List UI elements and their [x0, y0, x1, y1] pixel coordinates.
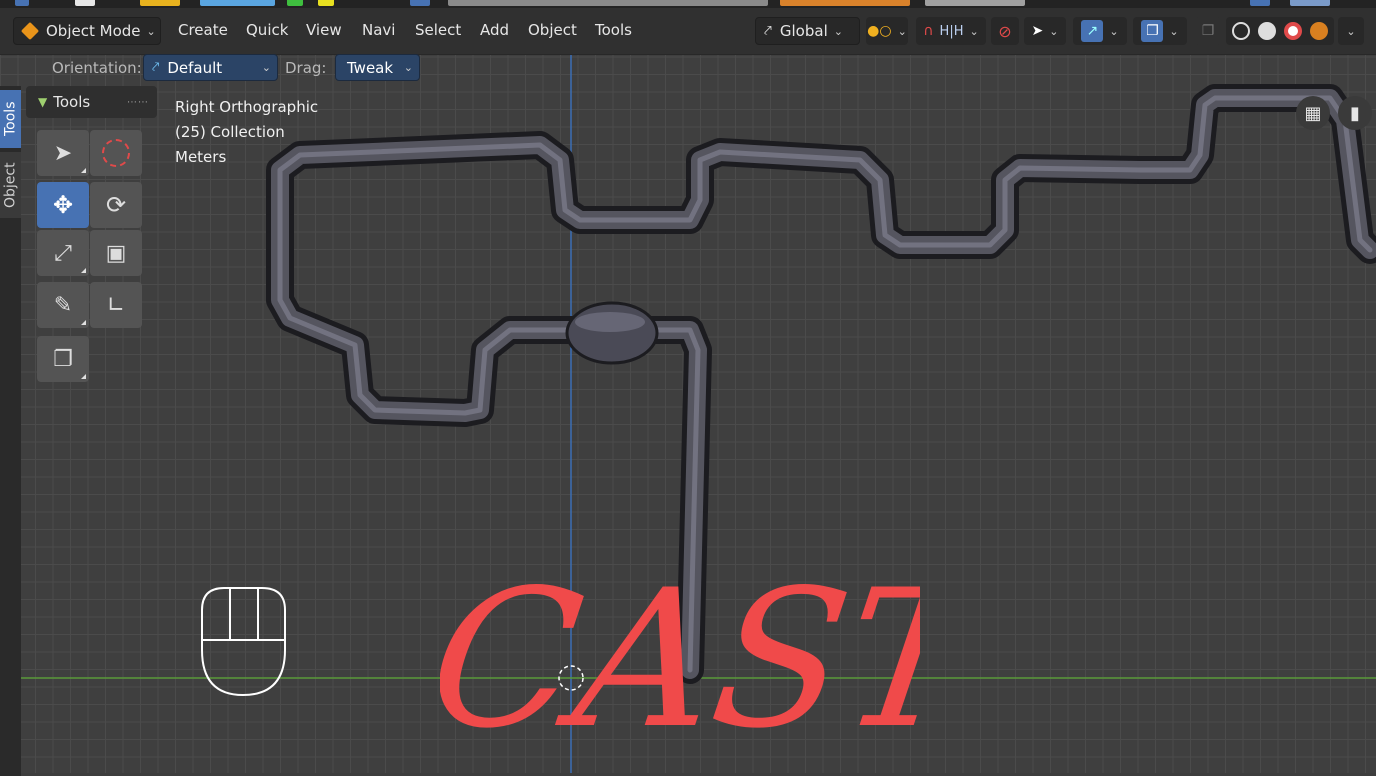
- shading-options-button[interactable]: ⌄: [1338, 17, 1364, 45]
- cursor-tool[interactable]: [90, 130, 142, 176]
- measure-ruler-icon: ∟: [106, 292, 126, 318]
- menu-tools[interactable]: Tools: [595, 21, 632, 39]
- chevron-down-icon: ⌄: [403, 61, 413, 74]
- object-mode-icon: [20, 21, 40, 41]
- select-arrow-icon: ➤: [53, 140, 73, 166]
- gizmo-icon: ↗: [1081, 20, 1104, 42]
- drag-dropdown[interactable]: Tweak ⌄: [335, 54, 420, 81]
- move-arrows-icon: ✥: [52, 191, 74, 219]
- submenu-corner-icon: [81, 168, 86, 173]
- menu-object[interactable]: Object: [528, 21, 577, 39]
- tools-panel-title: Tools: [53, 93, 91, 111]
- mode-dropdown[interactable]: Object Mode ⌄: [13, 17, 161, 45]
- camera-icon: ▮: [1350, 102, 1360, 124]
- submenu-corner-icon: [81, 320, 86, 325]
- collapse-triangle-icon: ▼: [38, 95, 48, 109]
- ortho-grid-toggle[interactable]: ▦: [1296, 96, 1330, 130]
- drag-value: Tweak: [347, 58, 394, 77]
- tab-tools[interactable]: Tools: [0, 90, 21, 148]
- rotate-icon: ⟳: [105, 191, 127, 219]
- menu-navi[interactable]: Navi: [362, 21, 395, 39]
- sidebar-tabs: Tools Object: [0, 86, 21, 776]
- transform-orientation-label: Global: [779, 22, 828, 40]
- overlays-icon: ❐: [1141, 20, 1164, 42]
- selectability-button[interactable]: ➤ ⌄: [1024, 17, 1066, 45]
- snapping-button[interactable]: ∩ H|H ⌄: [916, 17, 986, 45]
- rendered-shading-icon[interactable]: [1310, 22, 1328, 40]
- add-cube-icon: ❐: [53, 346, 73, 372]
- transform-tool[interactable]: ▣: [90, 230, 142, 276]
- chevron-down-icon: ⌄: [1109, 24, 1119, 38]
- drag-handle-icon[interactable]: ⋯⋯: [127, 97, 149, 108]
- chevron-down-icon: ⌄: [261, 61, 271, 74]
- wireframe-shading-icon[interactable]: [1232, 22, 1250, 40]
- orientation-axes-icon: ⤤: [152, 60, 160, 75]
- transform-icon: ▣: [105, 240, 127, 266]
- units-info: Meters: [175, 148, 227, 166]
- chevron-down-icon: ⌄: [897, 24, 907, 38]
- submenu-corner-icon: [81, 268, 86, 273]
- solid-shading-icon[interactable]: [1258, 22, 1276, 40]
- chevron-down-icon: ⌄: [1169, 24, 1179, 38]
- tab-object[interactable]: Object: [0, 152, 21, 218]
- drag-label: Drag:: [285, 59, 327, 77]
- add-cube-tool[interactable]: ❐: [37, 336, 89, 382]
- shading-buttons: [1226, 17, 1334, 45]
- camera-view-button[interactable]: ▮: [1338, 96, 1372, 130]
- tool-settings-bar: Orientation: ⤤ Default ⌄ Drag: Tweak ⌄: [0, 54, 1376, 82]
- orientation-dropdown[interactable]: ⤤ Default ⌄: [143, 54, 278, 81]
- move-tool[interactable]: ✥: [37, 182, 89, 228]
- menu-view[interactable]: View: [306, 21, 342, 39]
- pivot-icon: ●○: [867, 23, 892, 39]
- measure-tool[interactable]: ∟: [90, 282, 142, 328]
- menu-quick[interactable]: Quick: [246, 21, 288, 39]
- scale-icon: ⤢: [54, 240, 72, 266]
- orientation-label: Orientation:: [52, 59, 142, 77]
- orientation-value: Default: [167, 58, 223, 77]
- proportional-edit-button[interactable]: ⊘: [991, 17, 1019, 45]
- orientation-gizmo-icon: ⤤: [764, 23, 772, 39]
- menu-add[interactable]: Add: [480, 21, 509, 39]
- viewport-header: Object Mode ⌄ Create Quick View Navi Sel…: [0, 8, 1376, 55]
- rotate-tool[interactable]: ⟳: [90, 182, 142, 228]
- submenu-corner-icon: [81, 374, 86, 379]
- top-toolbar-strip: [0, 0, 1376, 8]
- collection-info: (25) Collection: [175, 123, 285, 141]
- proportional-edit-icon: ⊘: [998, 21, 1012, 41]
- scale-tool[interactable]: ⤢: [37, 230, 89, 276]
- overlays-button[interactable]: ❐ ⌄: [1133, 17, 1187, 45]
- material-shading-icon[interactable]: [1284, 22, 1302, 40]
- annotate-pencil-icon: ✎: [53, 292, 73, 318]
- menu-select[interactable]: Select: [415, 21, 461, 39]
- xray-button[interactable]: ❐: [1195, 17, 1221, 45]
- chevron-down-icon: ⌄: [1049, 24, 1059, 38]
- pivot-point-button[interactable]: ●○ ⌄: [866, 17, 908, 45]
- chevron-down-icon: ⌄: [969, 24, 979, 38]
- snap-increment-icon: H|H: [939, 23, 964, 39]
- view-name: Right Orthographic: [175, 98, 319, 116]
- cast-logo-text: CAST: [440, 550, 920, 750]
- xray-icon: ❐: [1201, 23, 1215, 39]
- transform-orientation-dropdown[interactable]: ⤤ Global ⌄: [755, 17, 860, 45]
- annotate-tool[interactable]: ✎: [37, 282, 89, 328]
- chevron-down-icon: ⌄: [833, 24, 843, 38]
- menu-create[interactable]: Create: [178, 21, 228, 39]
- cast-logo: CAST: [440, 540, 920, 750]
- tab-tools-label: Tools: [2, 101, 19, 137]
- chevron-down-icon: ⌄: [1346, 24, 1356, 38]
- cursor-arrow-icon: ➤: [1031, 23, 1044, 39]
- gizmo-button[interactable]: ↗ ⌄: [1073, 17, 1127, 45]
- tools-panel: ▼ Tools ⋯⋯ ➤ ✥ ⟳ ⤢ ▣ ✎ ∟ ❐: [26, 86, 157, 386]
- mode-label: Object Mode: [46, 22, 141, 40]
- chevron-down-icon: ⌄: [146, 24, 156, 38]
- magnet-icon: ∩: [923, 23, 934, 39]
- cursor-crosshair-icon: [102, 139, 130, 167]
- tools-panel-header[interactable]: ▼ Tools ⋯⋯: [26, 86, 157, 118]
- select-box-tool[interactable]: ➤: [37, 130, 89, 176]
- tab-object-label: Object: [2, 162, 19, 208]
- grid-icon: ▦: [1304, 102, 1322, 124]
- mouse-icon: [201, 587, 286, 697]
